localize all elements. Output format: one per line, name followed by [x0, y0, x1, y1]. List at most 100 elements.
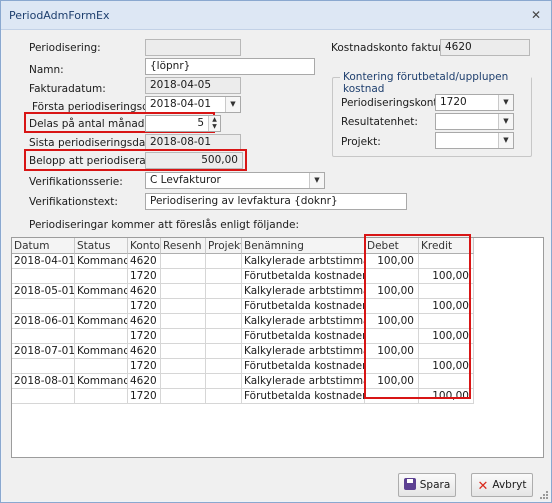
cell-resenh — [161, 344, 206, 359]
grid-caption: Periodiseringar kommer att föreslås enli… — [29, 219, 300, 231]
verserie-label: Verifikationsserie: — [29, 176, 123, 188]
cell-resenh — [161, 314, 206, 329]
periodiseringskonto-dropdown[interactable]: 1720 ▼ — [435, 94, 514, 111]
vertext-input[interactable]: Periodisering av levfaktura {doknr} — [145, 193, 407, 210]
cell-datum: 2018-06-01 — [12, 314, 75, 329]
cell-projekt — [206, 359, 242, 374]
cell-resenh — [161, 284, 206, 299]
column-header-resenh[interactable]: Resenh — [161, 238, 206, 254]
projekt-dropdown[interactable]: ▼ — [435, 132, 514, 149]
cell-status: Kommande — [75, 314, 128, 329]
chevron-down-icon[interactable]: ▼ — [498, 114, 513, 129]
save-icon — [403, 478, 416, 490]
cell-resenh — [161, 299, 206, 314]
cell-datum: 2018-07-01 — [12, 344, 75, 359]
cell-benamning: Kalkylerade arbtstimmar — [242, 284, 365, 299]
cell-konto: 4620 — [128, 314, 161, 329]
cell-status: Kommande — [75, 254, 128, 269]
forsta-value: 2018-04-01 — [150, 98, 212, 110]
chevron-down-icon[interactable]: ▼ — [309, 173, 324, 188]
cell-konto: 4620 — [128, 254, 161, 269]
avbryt-label: Avbryt — [492, 479, 527, 491]
periodiseringskonto-label: Periodiseringskonto: — [341, 97, 448, 109]
namn-input[interactable]: {löpnr} — [145, 58, 315, 75]
cell-datum — [12, 359, 75, 374]
column-header-datum[interactable]: Datum — [12, 238, 75, 254]
spin-buttons[interactable]: ▲ ▼ — [208, 116, 220, 131]
cell-datum — [12, 269, 75, 284]
periodiseringskonto-value: 1720 — [440, 96, 467, 108]
spin-up-icon[interactable]: ▲ — [209, 116, 220, 123]
cell-projekt — [206, 374, 242, 389]
cell-resenh — [161, 389, 206, 404]
cell-projekt — [206, 329, 242, 344]
cell-status: Kommande — [75, 374, 128, 389]
cell-projekt — [206, 269, 242, 284]
cell-projekt — [206, 344, 242, 359]
cell-datum: 2018-05-01 — [12, 284, 75, 299]
cell-konto: 1720 — [128, 389, 161, 404]
avbryt-button[interactable]: ✕ Avbryt — [471, 473, 533, 497]
resize-grip-icon[interactable] — [539, 490, 549, 500]
resultatenhet-dropdown[interactable]: ▼ — [435, 113, 514, 130]
dialog-window: PeriodAdmFormEx ✕ Periodisering: Namn: {… — [0, 0, 552, 503]
periodisering-label: Periodisering: — [29, 42, 101, 54]
cell-resenh — [161, 374, 206, 389]
column-header-projekt[interactable]: Projekt — [206, 238, 242, 254]
chevron-down-icon[interactable]: ▼ — [225, 97, 240, 112]
cell-status: Kommande — [75, 344, 128, 359]
cell-status — [75, 329, 128, 344]
column-header-status[interactable]: Status — [75, 238, 128, 254]
cell-resenh — [161, 359, 206, 374]
cell-benamning: Förutbetalda kostnader, övriga — [242, 359, 365, 374]
cell-resenh — [161, 269, 206, 284]
spara-label: Spara — [419, 479, 451, 491]
belopp-label: Belopp att periodisera: — [29, 155, 150, 167]
belopp-field: 500,00 — [145, 152, 243, 169]
column-header-benamning[interactable]: Benämning — [242, 238, 365, 254]
projekt-label: Projekt: — [341, 136, 381, 148]
cell-konto: 4620 — [128, 284, 161, 299]
title-bar[interactable]: PeriodAdmFormEx ✕ — [1, 1, 551, 30]
chevron-down-icon[interactable]: ▼ — [498, 133, 513, 148]
cell-projekt — [206, 389, 242, 404]
spin-down-icon[interactable]: ▼ — [209, 123, 220, 130]
kostnadskonto-field: 4620 — [440, 39, 530, 56]
cell-benamning: Förutbetalda kostnader, övriga — [242, 389, 365, 404]
column-header-konto[interactable]: Konto — [128, 238, 161, 254]
cell-benamning: Kalkylerade arbtstimmar — [242, 314, 365, 329]
chevron-down-icon[interactable]: ▼ — [498, 95, 513, 110]
cell-datum — [12, 299, 75, 314]
delas-spinner[interactable]: 5 ▲ ▼ — [145, 115, 221, 132]
cell-status — [75, 299, 128, 314]
namn-label: Namn: — [29, 64, 64, 76]
cell-projekt — [206, 299, 242, 314]
cell-projekt — [206, 284, 242, 299]
cell-status — [75, 269, 128, 284]
kontering-title: Kontering förutbetald/upplupen kostnad — [340, 71, 531, 95]
periodisering-field — [145, 39, 241, 56]
debet-kredit-highlight — [364, 234, 471, 399]
cell-benamning: Förutbetalda kostnader, övriga — [242, 299, 365, 314]
cell-konto: 4620 — [128, 344, 161, 359]
cell-benamning: Förutbetalda kostnader, övriga — [242, 269, 365, 284]
window-title: PeriodAdmFormEx — [9, 9, 110, 22]
cell-benamning: Kalkylerade arbtstimmar — [242, 374, 365, 389]
spara-button[interactable]: Spara — [398, 473, 456, 497]
cell-status: Kommande — [75, 284, 128, 299]
cell-datum — [12, 389, 75, 404]
cell-projekt — [206, 314, 242, 329]
fakturadatum-label: Fakturadatum: — [29, 83, 106, 95]
fakturadatum-field: 2018-04-05 — [145, 77, 241, 94]
cell-projekt — [206, 254, 242, 269]
delas-value: 5 — [197, 117, 204, 129]
forsta-date-picker[interactable]: 2018-04-01 ▼ — [145, 96, 241, 113]
cell-benamning: Kalkylerade arbtstimmar — [242, 344, 365, 359]
cell-benamning: Kalkylerade arbtstimmar — [242, 254, 365, 269]
close-icon[interactable]: ✕ — [529, 8, 543, 22]
verserie-dropdown[interactable]: C Levfakturor ▼ — [145, 172, 325, 189]
cell-datum — [12, 329, 75, 344]
cell-konto: 1720 — [128, 329, 161, 344]
cancel-icon: ✕ — [477, 479, 489, 494]
cell-status — [75, 359, 128, 374]
